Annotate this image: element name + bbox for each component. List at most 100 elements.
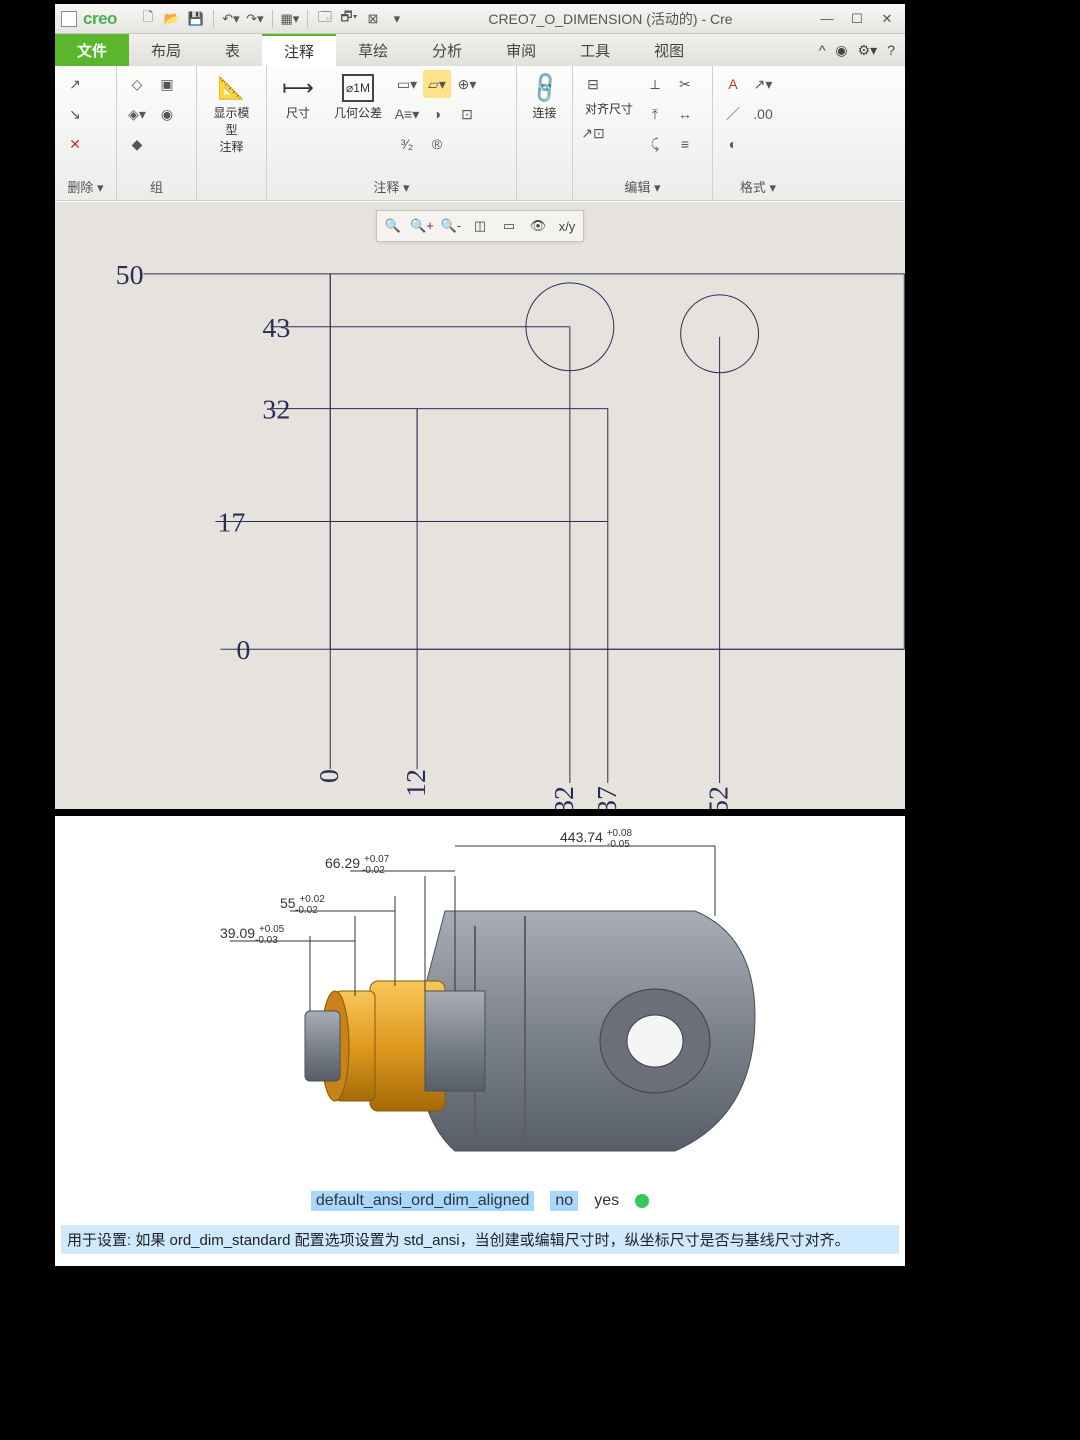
show-model-annotations-label: 显示模型 注释 [209,104,254,155]
show-model-annotations-button[interactable]: 📐 显示模型 注释 [203,70,260,159]
undo-icon[interactable]: ↶▾ [220,8,242,30]
delete-related-icon[interactable]: ↗ [61,70,89,98]
window-controls: — ☐ ✕ [813,8,901,30]
window-list-icon[interactable]: 🗔 [314,8,336,30]
dim-y-32: 32 [262,395,290,426]
settings-icon[interactable]: ⚙▾ [858,42,878,59]
arrow-style-icon[interactable]: ↗▾ [749,70,777,98]
config-value-no[interactable]: no [550,1191,578,1211]
edit-arrow2-icon[interactable]: ⤒ [641,100,669,128]
ribbon-group-edit: ⊟ 对齐尺寸 ↗⊡ ⟂ ⤒ ⤹ ✂ ↔ ≡ 编辑 ▾ [573,66,713,200]
window-title: CREO7_O_DIMENSION (活动的) - Cre [408,9,813,29]
ribbon-group-delete: ↗ ↘ 删除 ▾ [55,66,117,200]
app-logo-text: creo [83,9,117,29]
connect-button[interactable]: 🔗 连接 [523,70,567,125]
line-style-icon[interactable]: ／ [719,100,747,128]
minimize-icon[interactable]: — [813,8,841,30]
dim-x-12: 12 [401,769,432,797]
save-icon[interactable]: 💾 [185,8,207,30]
edit-arrow1-icon[interactable]: ⟂ [641,70,669,98]
hatch-icon[interactable]: ◐ [719,130,747,158]
related-view-icon[interactable]: ◈▾ [123,100,151,128]
dimension-label: 尺寸 [286,104,310,121]
new-file-icon[interactable]: 🗋 [137,8,159,30]
geom-tolerance-button[interactable]: ⌀1M 几何公差 [325,70,391,125]
collapse-ribbon-icon[interactable]: ^ [819,42,826,58]
symbol-icon[interactable]: ® [423,130,451,158]
datum-feature-icon[interactable]: ▱▾ [423,70,451,98]
tab-view[interactable]: 视图 [632,34,706,66]
edit-jog-icon[interactable]: ⤹ [641,130,669,158]
dim-x-0: 0 [314,769,345,783]
ribbon-group-edit-label: 编辑 [624,180,650,195]
title-bar: creo 🗋 📂 💾 ↶▾ ↷▾ ▦▾ 🗔 🗗▾ ⊠ ▾ CREO7_O_DIM… [55,4,905,34]
ribbon-group-annotate-label: 注释 [373,180,399,195]
ribbon-group-format: A ／ ◐ ↗▾ .00 格式 ▾ [713,66,803,200]
show-model-annotations-icon: 📐 [216,74,248,102]
align-dimension-button[interactable]: 对齐尺寸 [579,100,639,117]
bottom-panel: 443.74 +0.08 -0.05 66.29 +0.07 -0.02 55 … [55,816,905,1266]
ribbon-group-annotate: ⟼ 尺寸 ⌀1M 几何公差 ▭▾ A≡▾ ³⁄₂ ▱▾ ◑ ® [267,66,517,200]
appearance-icon[interactable]: ◉ [835,42,847,59]
close-window-icon[interactable]: ⊠ [362,8,384,30]
geom-tolerance-label: 几何公差 [334,104,382,121]
text-format-icon[interactable]: A [719,70,747,98]
dim-x-37: 37 [592,786,623,809]
tab-file[interactable]: 文件 [55,34,129,66]
datum-target-icon[interactable]: ◑ [423,100,451,128]
flip-arrow-icon[interactable]: ↔ [671,100,699,128]
config-value-yes[interactable]: yes [594,1192,619,1210]
decimal-icon[interactable]: .00 [749,100,777,128]
config-name[interactable]: default_ansi_ord_dim_aligned [311,1191,535,1211]
status-dot-icon [635,1194,649,1208]
ribbon-right-controls: ^ ◉ ⚙▾ ? [819,34,905,66]
app-logo: creo [55,9,123,29]
note-icon[interactable]: ▭▾ [393,70,421,98]
break-icon[interactable]: ⊟ [579,70,607,98]
ribbon-group-group: ◇ ◈▾ ◆ ▣ ◉ 组 [117,66,197,200]
tab-sketch[interactable]: 草绘 [336,34,410,66]
ribbon-group-group-label: 组 [123,175,190,198]
config-description: 用于设置: 如果 ord_dim_standard 配置选项设置为 std_an… [61,1225,899,1254]
dim-x-52: 52 [704,786,735,809]
drawing-canvas[interactable]: 🔍 🔍+ 🔍- ◫ ▭ 👁 x/y [55,201,905,809]
close-icon[interactable]: ✕ [873,8,901,30]
app-window: creo 🗋 📂 💾 ↶▾ ↷▾ ▦▾ 🗔 🗗▾ ⊠ ▾ CREO7_O_DIM… [55,4,905,809]
group-create-icon[interactable]: ▣ [153,70,181,98]
tab-layout[interactable]: 布局 [129,34,203,66]
tab-annotate[interactable]: 注释 [262,34,336,66]
tab-analysis[interactable]: 分析 [410,34,484,66]
geom-tolerance-icon: ⌀1M [342,74,374,102]
delete-icon[interactable] [61,130,89,158]
tab-table[interactable]: 表 [203,34,262,66]
clip-icon[interactable]: ✂ [671,70,699,98]
tab-tools[interactable]: 工具 [558,34,632,66]
dim-55: 55 +0.02 -0.02 [280,889,329,916]
app-icon [61,11,77,27]
dim-y-17: 17 [217,507,245,538]
convert-draft-icon[interactable]: ◆ [123,130,151,158]
gap-icon[interactable]: ≡ [671,130,699,158]
dimension-button[interactable]: ⟼ 尺寸 [273,70,323,125]
surface-finish-icon[interactable]: ³⁄₂ [393,130,421,158]
delete-attach-icon[interactable]: ↘ [61,100,89,128]
redo-icon[interactable]: ↷▾ [244,8,266,30]
move-special-icon[interactable]: ↗⊡ [579,119,607,147]
maximize-icon[interactable]: ☐ [843,8,871,30]
regenerate-icon[interactable]: ▦▾ [279,8,301,30]
drawing-svg: 50 43 32 17 0 0 12 32 37 52 [55,202,905,809]
model-render-area: 443.74 +0.08 -0.05 66.29 +0.07 -0.02 55 … [55,816,905,1181]
tab-review[interactable]: 审阅 [484,34,558,66]
window-switch-icon[interactable]: 🗗▾ [338,8,360,30]
qat-dropdown-icon[interactable]: ▾ [386,8,408,30]
draft-group-icon[interactable]: ◇ [123,70,151,98]
open-file-icon[interactable]: 📂 [161,8,183,30]
help-icon[interactable]: ? [887,42,895,58]
dim-y-43: 43 [262,313,290,344]
ungroup-icon[interactable]: ◉ [153,100,181,128]
balloon-icon[interactable]: ⊕▾ [453,70,481,98]
ribbon-content: ↗ ↘ 删除 ▾ ◇ ◈▾ ◆ ▣ ◉ 组 [55,66,905,201]
attach-note-icon[interactable]: ⊡ [453,100,481,128]
text-style-icon[interactable]: A≡▾ [393,100,421,128]
ribbon-tabs: 文件 布局 表 注释 草绘 分析 审阅 工具 视图 ^ ◉ ⚙▾ ? [55,34,905,66]
